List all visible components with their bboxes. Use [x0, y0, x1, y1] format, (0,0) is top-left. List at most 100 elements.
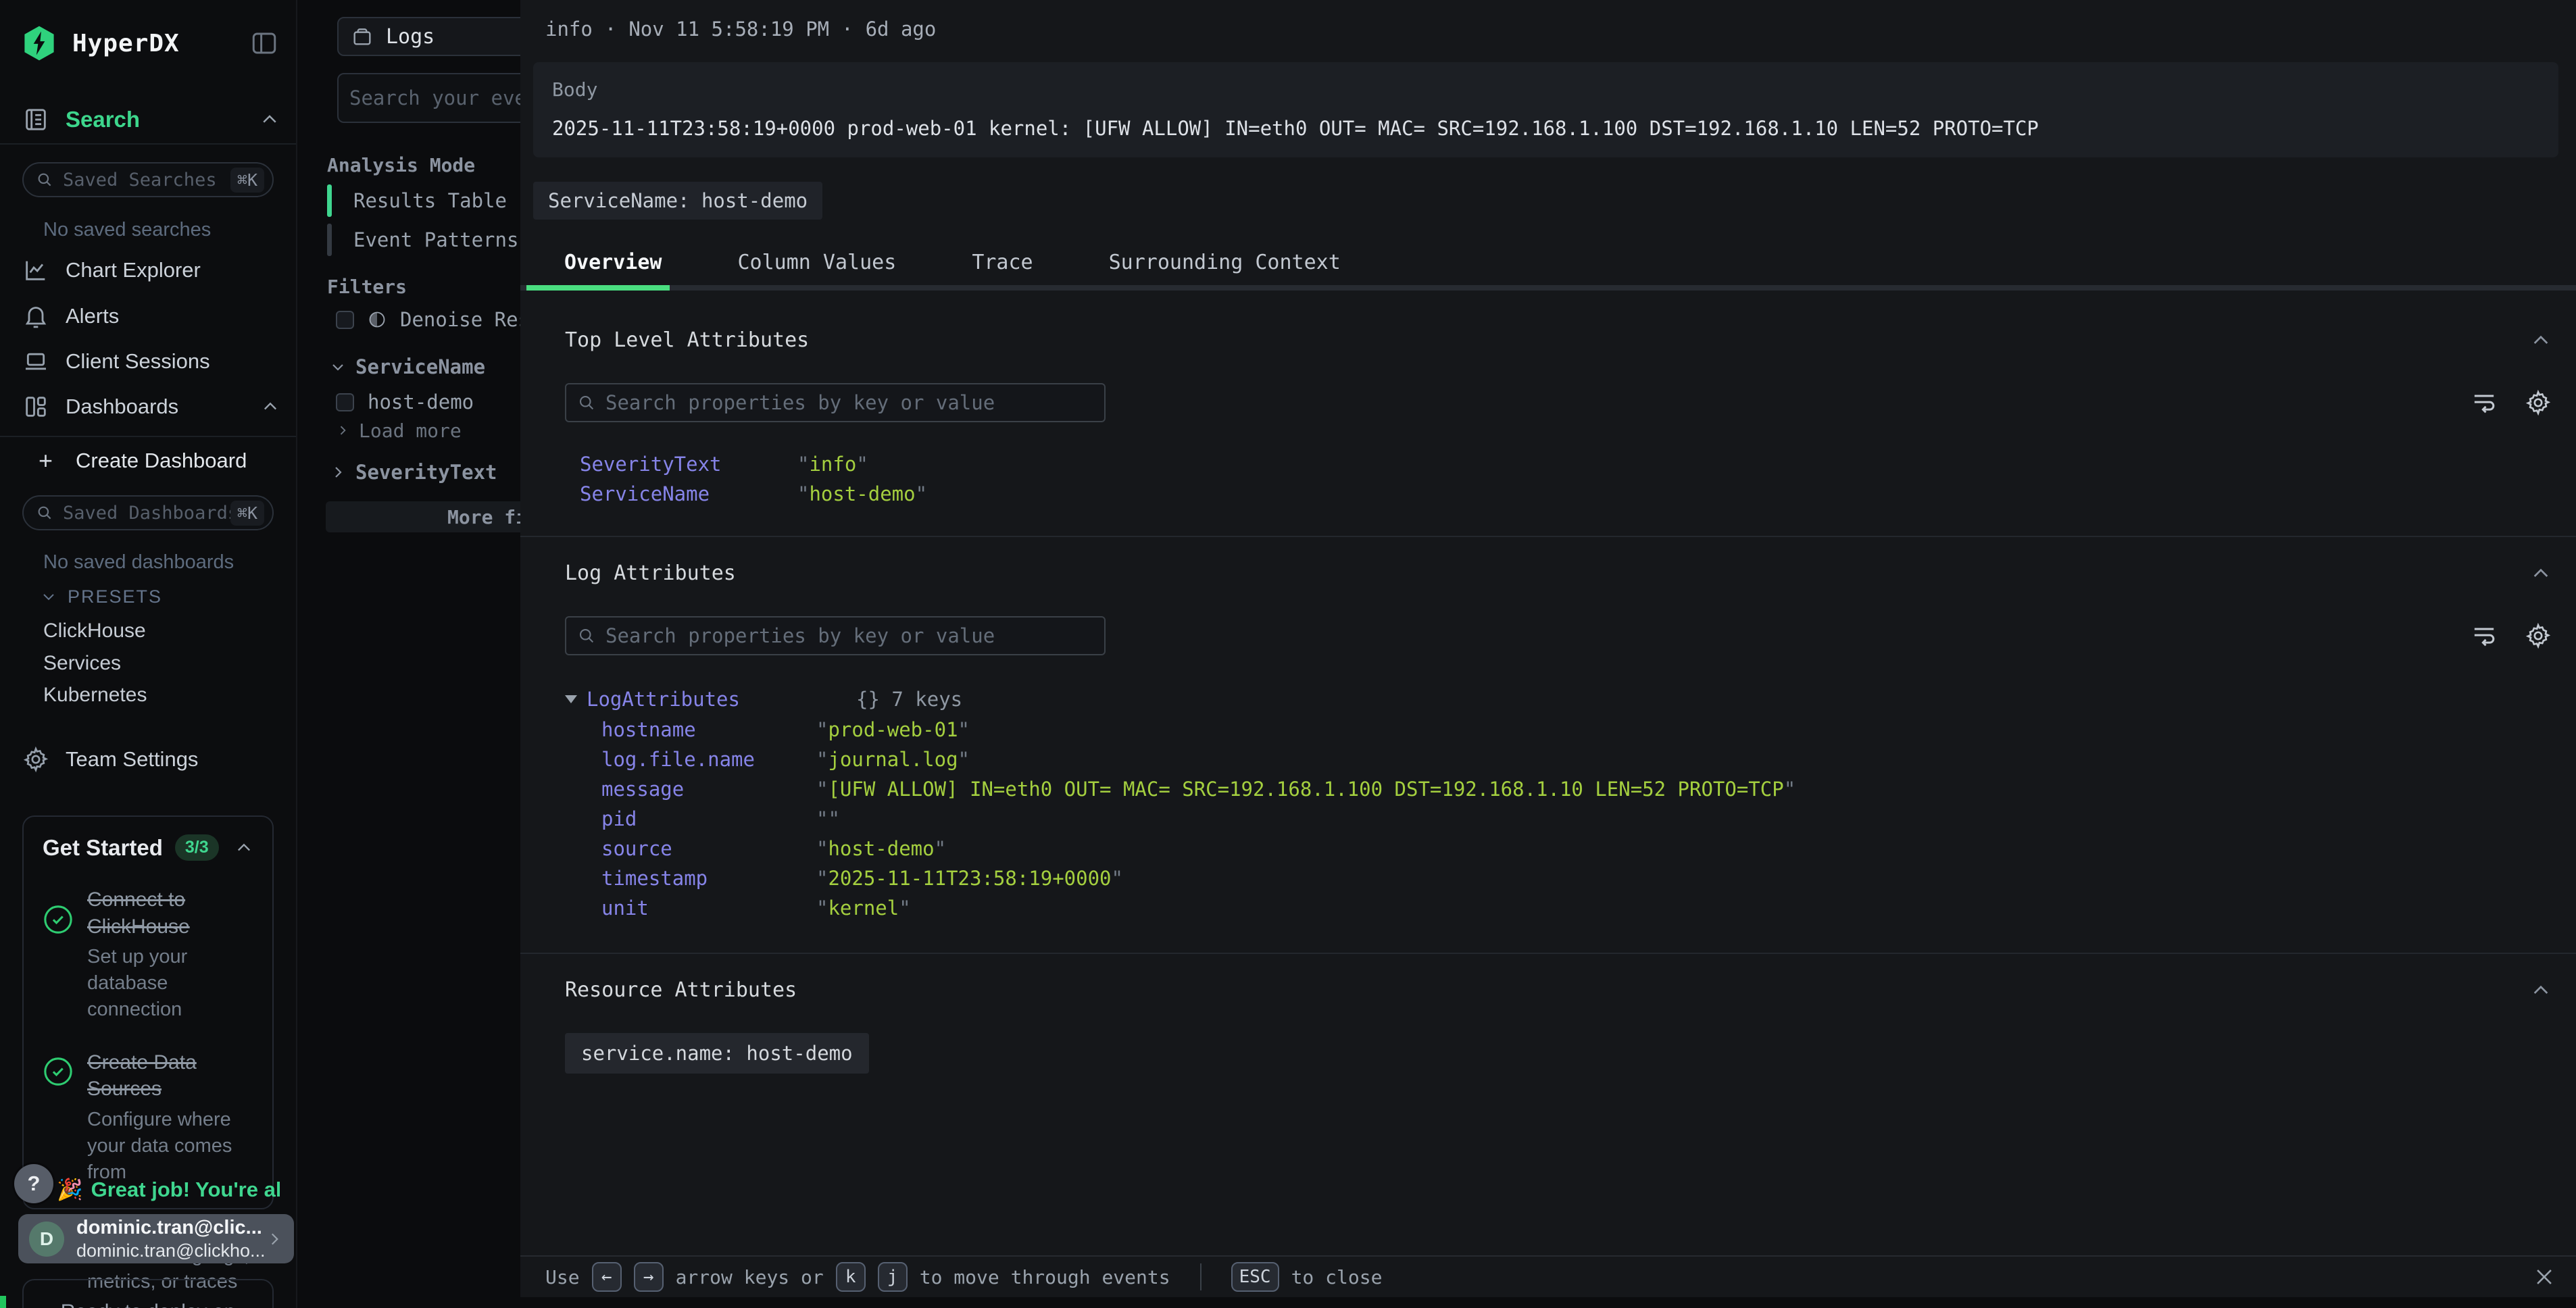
wrap-lines-icon[interactable]	[2471, 622, 2498, 649]
collapse-sidebar-icon[interactable]	[249, 29, 280, 57]
service-name-chip[interactable]: ServiceName: host-demo	[533, 182, 822, 220]
tab-underline-track	[520, 285, 2576, 291]
chevron-up-icon[interactable]	[259, 109, 280, 130]
attribute-row[interactable]: hostname prod-web-01	[520, 715, 2576, 745]
search-icon	[36, 504, 53, 522]
tab-trace[interactable]: Trace	[972, 251, 1033, 274]
mode-results-table[interactable]: Results Table	[327, 181, 550, 220]
chevron-up-icon[interactable]	[2530, 980, 2552, 1001]
gear-icon[interactable]	[2525, 389, 2552, 416]
chevron-up-icon[interactable]	[261, 397, 280, 416]
hint-text: Use	[545, 1266, 580, 1288]
sidebar-divider	[0, 436, 296, 437]
property-search-input[interactable]	[605, 624, 1093, 647]
avatar: D	[29, 1222, 64, 1257]
active-tab-indicator	[526, 285, 670, 291]
chevron-up-icon[interactable]	[2530, 563, 2552, 584]
body-label: Body	[552, 78, 2540, 101]
mode-label: Event Patterns	[353, 228, 518, 251]
get-started-progress-badge: 3/3	[175, 834, 219, 861]
attribute-row[interactable]: message [UFW ALLOW] IN=eth0 OUT= MAC= SR…	[520, 774, 2576, 804]
property-search-box[interactable]	[565, 383, 1106, 422]
tab-column-values[interactable]: Column Values	[738, 251, 897, 274]
chevron-up-icon[interactable]	[2530, 330, 2552, 351]
section-divider	[520, 953, 2576, 954]
log-attributes-toolbar	[520, 616, 2576, 655]
sidebar-item-team-settings[interactable]: Team Settings	[22, 742, 280, 777]
saved-searches-search[interactable]: ⌘K	[22, 162, 274, 197]
attribute-key: source	[601, 837, 816, 860]
attribute-value	[816, 807, 840, 830]
attribute-key: message	[601, 778, 816, 801]
attribute-row[interactable]: pid	[520, 804, 2576, 834]
sidebar-item-search[interactable]: Search	[22, 102, 280, 137]
attribute-value: info	[797, 453, 868, 476]
attribute-row[interactable]: SeverityText info	[520, 449, 2576, 479]
filter-group-severitytext[interactable]: SeverityText	[330, 457, 553, 488]
user-account-button[interactable]: D dominic.tran@clic... dominic.tran@clic…	[18, 1214, 294, 1263]
body-card: Body 2025-11-11T23:58:19+0000 prod-web-0…	[533, 62, 2558, 157]
preset-item-kubernetes[interactable]: Kubernetes	[43, 681, 273, 709]
preset-label: ClickHouse	[43, 620, 146, 643]
tab-surrounding-context[interactable]: Surrounding Context	[1109, 251, 1341, 274]
attribute-row[interactable]: source host-demo	[520, 834, 2576, 863]
log-attributes-root-row[interactable]: LogAttributes {} 7 keys	[520, 684, 2576, 715]
check-circle-icon	[43, 1056, 74, 1087]
property-search-box[interactable]	[565, 616, 1106, 655]
get-started-item[interactable]: Create Data Sources Configure where your…	[43, 1049, 253, 1186]
sidebar-item-label: Client Sessions	[66, 349, 210, 374]
create-dashboard-button[interactable]: + Create Dashboard	[22, 443, 280, 478]
event-relative-time: 6d ago	[866, 18, 937, 41]
get-started-title: Get Started	[43, 835, 163, 861]
event-detail-panel: info · Nov 11 5:58:19 PM · 6d ago Body 2…	[520, 0, 2576, 1297]
hint-text: to close	[1291, 1266, 1383, 1288]
sidebar: HyperDX Search ⌘K No saved searches	[0, 0, 296, 1308]
saved-dashboards-search[interactable]: ⌘K	[22, 495, 274, 530]
presets-toggle[interactable]: PRESETS	[41, 584, 162, 609]
denoise-checkbox[interactable]	[336, 311, 354, 329]
caret-down-icon[interactable]	[565, 695, 577, 703]
get-started-item-title: Connect to ClickHouse	[87, 886, 253, 940]
attribute-row[interactable]: ServiceName host-demo	[520, 479, 2576, 509]
chevron-down-icon	[330, 359, 346, 375]
line-chart-icon	[22, 257, 49, 284]
saved-dashboards-input[interactable]	[63, 503, 230, 524]
close-icon[interactable]	[2533, 1265, 2556, 1288]
attribute-value: 2025-11-11T23:58:19+0000	[816, 867, 1123, 890]
layout-grid-icon	[22, 393, 49, 420]
saved-searches-input[interactable]	[63, 170, 230, 191]
attribute-key: SeverityText	[580, 453, 797, 476]
preset-item-services[interactable]: Services	[43, 649, 273, 678]
load-more-button[interactable]: Load more	[336, 416, 539, 445]
sidebar-divider	[0, 143, 296, 145]
sidebar-item-dashboards[interactable]: Dashboards	[22, 389, 280, 424]
mode-event-patterns[interactable]: Event Patterns	[327, 220, 550, 259]
k-key: k	[836, 1262, 866, 1292]
shortcut-badge: ⌘K	[230, 501, 264, 526]
sidebar-item-alerts[interactable]: Alerts	[22, 299, 280, 334]
sidebar-item-client-sessions[interactable]: Client Sessions	[22, 344, 280, 379]
chevron-up-icon[interactable]	[234, 838, 253, 857]
body-text: 2025-11-11T23:58:19+0000 prod-web-01 ker…	[552, 117, 2540, 140]
attribute-key: pid	[601, 807, 816, 830]
filters-label: Filters	[327, 276, 407, 298]
footer-divider	[1200, 1263, 1202, 1290]
help-button[interactable]: ?	[14, 1164, 53, 1203]
host-demo-checkbox[interactable]	[336, 393, 354, 411]
attribute-row[interactable]: timestamp 2025-11-11T23:58:19+0000	[520, 863, 2576, 893]
preset-item-clickhouse[interactable]: ClickHouse	[43, 617, 273, 645]
attribute-row[interactable]: unit kernel	[520, 893, 2576, 923]
party-popper-icon: 🎉	[57, 1178, 83, 1201]
get-started-item[interactable]: Connect to ClickHouse Set up your databa…	[43, 886, 253, 1024]
wrap-lines-icon[interactable]	[2471, 389, 2498, 416]
gear-icon[interactable]	[2525, 622, 2552, 649]
resource-attribute-chip[interactable]: service.name: host-demo	[565, 1033, 869, 1074]
search-icon	[577, 393, 596, 412]
celebration-text: 🎉Great job! You're all	[57, 1177, 280, 1202]
filter-group-servicename[interactable]: ServiceName	[330, 351, 553, 382]
attribute-value: journal.log	[816, 748, 970, 771]
sidebar-item-chart-explorer[interactable]: Chart Explorer	[22, 253, 280, 288]
attribute-row[interactable]: log.file.name journal.log	[520, 745, 2576, 774]
tab-overview[interactable]: Overview	[564, 251, 662, 274]
property-search-input[interactable]	[605, 391, 1093, 414]
